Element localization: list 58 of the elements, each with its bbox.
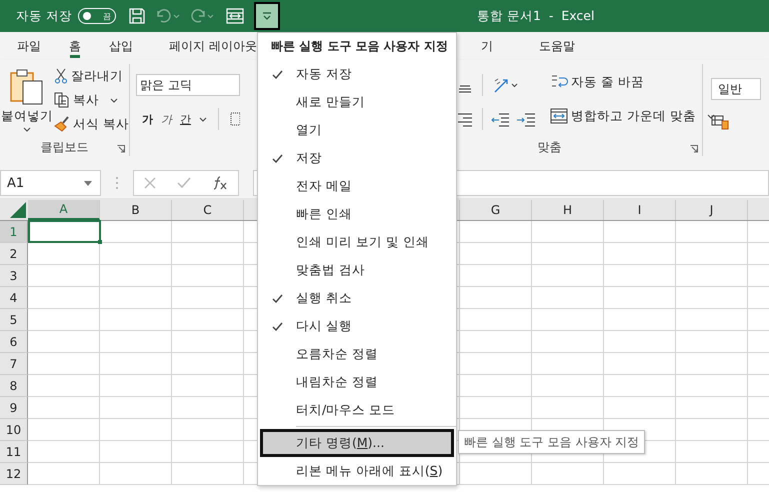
menu-item[interactable]: 새로 만들기 [258, 88, 456, 117]
menu-item[interactable]: 맞춤법 검사 [258, 256, 456, 284]
cut-button[interactable]: 잘라내기 [54, 66, 129, 86]
autosave-label: 자동 저장 [16, 8, 72, 24]
menu-item[interactable]: 리본 메뉴 아래에 표시(S) [258, 457, 456, 486]
column-header[interactable]: J [676, 200, 748, 220]
ribbon-tab[interactable]: 페이지 레이아웃 [161, 32, 265, 60]
menu-item[interactable]: 다시 실행 [258, 312, 456, 340]
group-label: 클립보드 [40, 138, 88, 156]
italic-button[interactable]: 가 [160, 112, 172, 126]
column-header[interactable]: C [172, 200, 244, 220]
column-header[interactable]: B [100, 200, 172, 220]
row-header[interactable]: 8 [0, 375, 28, 397]
row-header[interactable]: 6 [0, 331, 28, 353]
menu-item[interactable]: 실행 취소 [258, 284, 456, 312]
menu-item[interactable]: 열기 [258, 116, 456, 145]
name-box[interactable]: A1 [0, 170, 101, 196]
menu-item[interactable]: 자동 저장 [258, 60, 456, 89]
row-header[interactable]: 10 [0, 419, 28, 441]
number-format-field[interactable]: 일반 [711, 78, 761, 100]
row-header[interactable]: 12 [0, 463, 28, 485]
row-header[interactable]: 3 [0, 265, 28, 287]
underline-button[interactable]: 간 [180, 112, 191, 126]
paste-button[interactable]: 붙여넣기 [0, 64, 54, 138]
menu-item[interactable]: 내림차순 정렬 [258, 368, 456, 396]
row-header[interactable]: 1 [0, 221, 28, 243]
font-name-field[interactable]: 맑은 고딕 [136, 74, 240, 96]
window-title: 통합 문서1 - Excel [477, 8, 594, 25]
menu-item[interactable]: 전자 메일 [258, 172, 456, 201]
menu-item[interactable]: 인쇄 미리 보기 및 인쇄 [258, 228, 456, 256]
column-header[interactable]: H [532, 200, 604, 220]
menu-title: 빠른 실행 도구 모음 사용자 지정 [270, 38, 449, 56]
column-header[interactable]: A [28, 200, 100, 220]
row-header[interactable]: 5 [0, 309, 28, 331]
tooltip: 빠른 실행 도구 모음 사용자 지정 [458, 430, 646, 454]
row-header[interactable]: 4 [0, 287, 28, 309]
ribbon-tab[interactable]: 도움말 [530, 32, 583, 60]
ribbon-tab[interactable]: 삽입 [101, 32, 141, 60]
bold-button[interactable]: 가 [142, 112, 153, 126]
autosave-toggle[interactable]: 끔 [78, 8, 116, 24]
row-header[interactable]: 7 [0, 353, 28, 375]
group-label: 맞춤 [538, 138, 562, 156]
ribbon-tab[interactable]: 기 [472, 32, 501, 60]
menu-item[interactable]: 터치/마우스 모드 [258, 396, 456, 424]
format-painter-button[interactable]: 서식 복사 [54, 114, 129, 134]
menu-item[interactable]: 저장 [258, 144, 456, 173]
menu-item[interactable]: 기타 명령(M)... [260, 429, 454, 458]
copy-button[interactable]: 복사 [54, 90, 129, 110]
menu-item[interactable]: 오름차순 정렬 [258, 340, 456, 368]
column-header[interactable]: G [460, 200, 532, 220]
row-header[interactable]: 2 [0, 243, 28, 265]
merge-center-button[interactable]: 병합하고 가운데 맞춤 [550, 106, 715, 126]
row-header[interactable]: 11 [0, 441, 28, 463]
ribbon-tab[interactable]: 파일 [9, 32, 49, 60]
row-header[interactable]: 9 [0, 397, 28, 419]
column-header[interactable]: I [604, 200, 676, 220]
ribbon-tab[interactable]: 홈 [61, 32, 89, 60]
menu-item[interactable]: 빠른 인쇄 [258, 200, 456, 229]
